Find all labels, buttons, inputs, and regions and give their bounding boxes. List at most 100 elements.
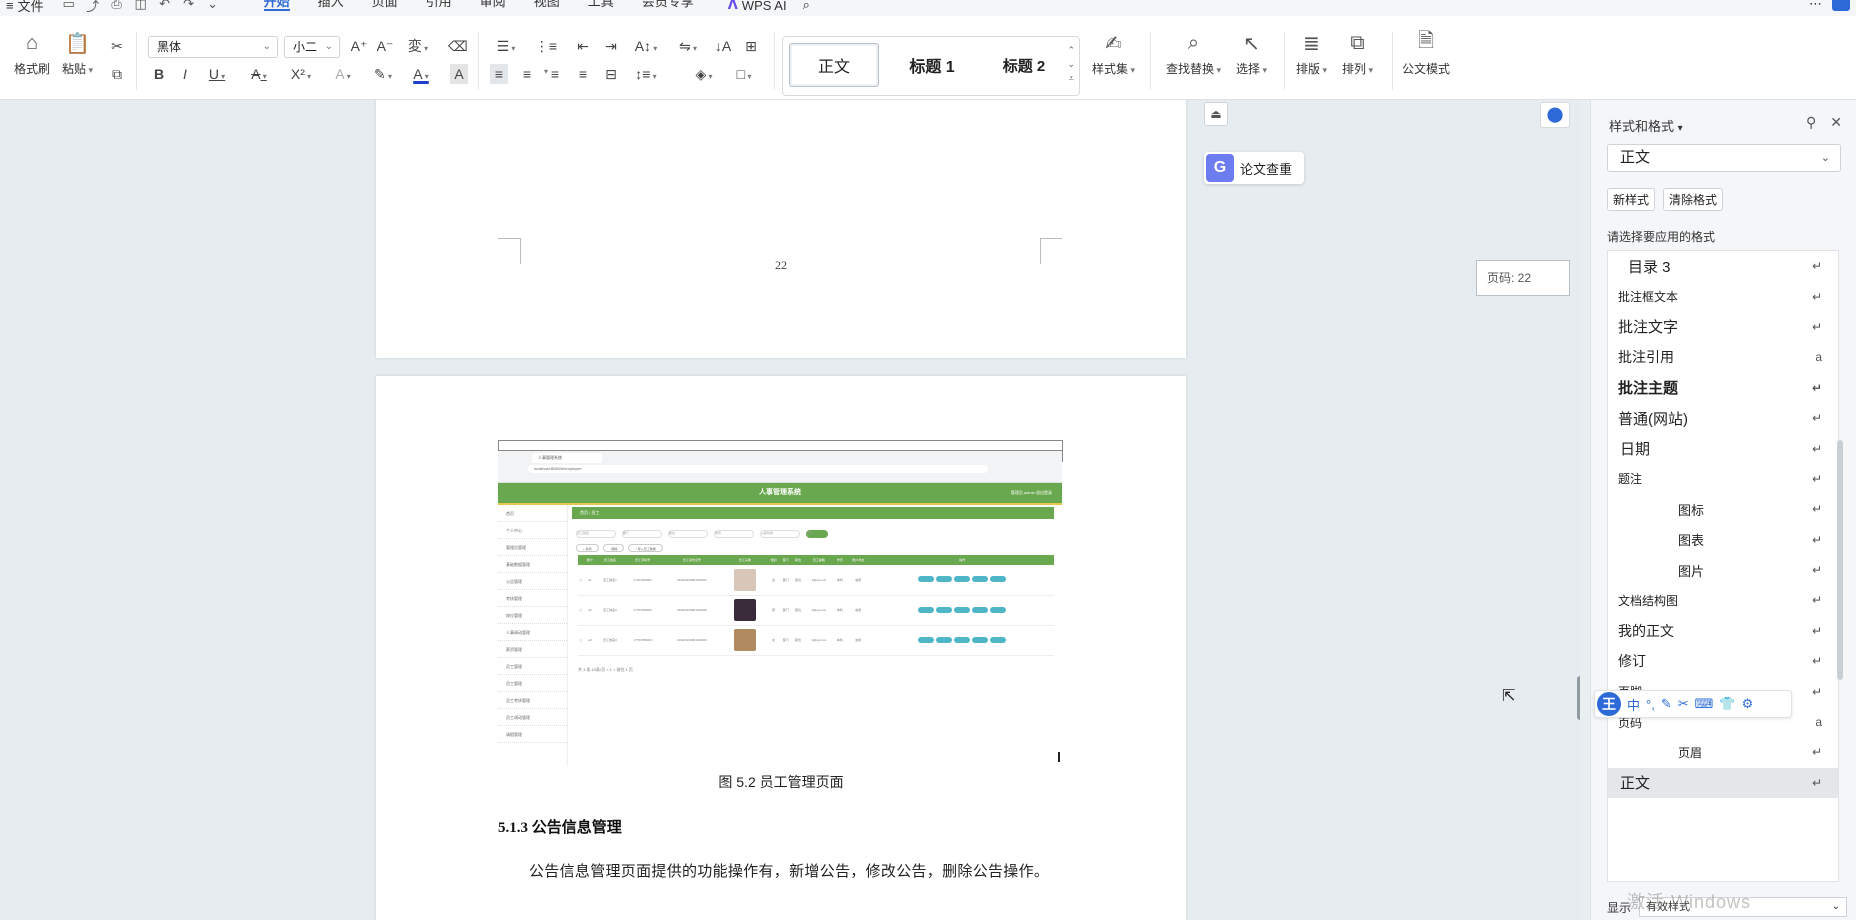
decrease-font-icon[interactable]: A⁻ xyxy=(376,36,394,56)
select-button[interactable]: ↖ 选择 xyxy=(1236,30,1267,77)
style-normal[interactable]: 正文 xyxy=(789,43,879,87)
employee-management-screenshot[interactable]: 人事管理系统 localhost:8080/#/employee 人事管理系统 … xyxy=(498,450,1062,766)
share-icon[interactable]: ⤴ xyxy=(86,0,100,15)
print-preview-icon[interactable]: ◫ xyxy=(134,0,148,15)
tab-2[interactable]: 页面 xyxy=(358,0,412,15)
document-scrollbar[interactable] xyxy=(1576,100,1580,920)
char-shading-icon[interactable]: A xyxy=(450,64,468,84)
search-icon[interactable]: ⌕ xyxy=(803,0,810,13)
style-list-item[interactable]: 批注引用 a xyxy=(1608,342,1838,372)
page-23[interactable]: 人事管理系统 localhost:8080/#/employee 人事管理系统 … xyxy=(376,376,1186,920)
distributed-icon[interactable]: ⊟ xyxy=(602,64,620,84)
paper-check-button[interactable]: G 论文查重 xyxy=(1204,152,1304,184)
tab-4[interactable]: 审阅 xyxy=(466,0,520,15)
cut-icon[interactable]: ✂ xyxy=(108,36,126,56)
save-icon[interactable]: ▭ xyxy=(62,0,76,15)
style-list-item[interactable]: 批注框文本 ↵ xyxy=(1608,281,1838,311)
style-list-item[interactable]: 题注 ↵ xyxy=(1608,464,1838,494)
increase-indent-icon[interactable]: ⇥ xyxy=(602,36,620,56)
font-color-icon[interactable]: A xyxy=(408,64,434,87)
style-list-item[interactable]: 文档结构图 ↵ xyxy=(1608,585,1838,615)
italic-icon[interactable]: I xyxy=(176,64,194,84)
align-right-icon[interactable]: ≡ xyxy=(546,64,564,84)
style-heading1[interactable]: 标题 1 xyxy=(887,43,977,87)
style-list-item[interactable]: 页眉 ↵ xyxy=(1608,737,1838,767)
account-icon[interactable] xyxy=(1832,0,1850,11)
new-style-button[interactable]: 新样式 xyxy=(1607,188,1656,211)
increase-font-icon[interactable]: A⁺ xyxy=(350,36,368,56)
style-set-button[interactable]: ✍ 样式集 xyxy=(1092,30,1135,77)
decrease-indent-icon[interactable]: ⇤ xyxy=(574,36,592,56)
font-name-select[interactable]: 黑体 ⌄ xyxy=(148,36,278,58)
show-marks-icon[interactable]: ⊞ xyxy=(742,36,760,56)
official-doc-mode-button[interactable]: 🗎 公文模式 xyxy=(1402,30,1450,77)
pin-icon[interactable]: ⚲ xyxy=(1806,114,1816,131)
ime-logo[interactable]: 王 xyxy=(1597,692,1621,716)
pen-icon[interactable]: ✎ xyxy=(1661,696,1672,712)
show-select[interactable]: 有效样式 ⌄ xyxy=(1639,897,1847,917)
highlight-icon[interactable]: ✎ xyxy=(370,64,396,87)
underline-icon[interactable]: U xyxy=(204,64,230,87)
style-list-item[interactable]: 目录 3 ↵ xyxy=(1608,251,1838,281)
copy-icon[interactable]: ⧉ xyxy=(108,64,126,84)
style-list-item[interactable]: 普通(网站) ↵ xyxy=(1608,403,1838,433)
pane-title[interactable]: 样式和格式 ▾ xyxy=(1609,116,1683,135)
justify-icon[interactable]: ≡ xyxy=(574,64,592,84)
style-list-item[interactable]: 日期 ↵ xyxy=(1608,433,1838,463)
find-replace-button[interactable]: ⌕ 查找替换 xyxy=(1166,30,1221,77)
line-spacing-icon[interactable]: ↕≡ xyxy=(632,64,660,87)
align-left-icon[interactable]: ≡ xyxy=(490,64,508,84)
clear-format-icon[interactable]: ⌫ xyxy=(448,36,468,56)
redo-icon[interactable]: ↷ xyxy=(182,0,196,15)
style-list-item[interactable]: 批注主题 ↵ xyxy=(1608,373,1838,403)
style-list-item[interactable]: 图片 ↵ xyxy=(1608,555,1838,585)
text-effect-icon[interactable]: A xyxy=(330,64,356,87)
tab-7[interactable]: 会员专享 xyxy=(628,0,708,15)
document-area[interactable]: 22 人事管理系统 localhost:8080/#/employee 人事管理… xyxy=(0,100,1580,920)
style-heading2[interactable]: 标题 2 xyxy=(979,43,1069,87)
bold-icon[interactable]: B xyxy=(150,64,168,84)
location-pin-button[interactable]: ⬤ xyxy=(1540,102,1570,128)
style-list-item[interactable]: 我的正文 ↵ xyxy=(1608,616,1838,646)
shading-icon[interactable]: ◈ xyxy=(690,64,718,87)
more-icon[interactable]: ⋯ xyxy=(1809,0,1822,12)
paste-button[interactable]: 📋 粘贴 xyxy=(62,30,93,77)
page-22[interactable]: 22 xyxy=(376,100,1186,358)
current-style-select[interactable]: 正文 ⌄ xyxy=(1607,144,1841,172)
scissors-icon[interactable]: ✂ xyxy=(1678,696,1689,712)
bullet-list-icon[interactable]: ☰ xyxy=(492,36,520,59)
chevron-down-icon[interactable]: ⌄ xyxy=(206,0,220,15)
phonetic-guide-icon[interactable]: 変 xyxy=(404,36,432,59)
style-list-item[interactable]: 修订 ↵ xyxy=(1608,646,1838,676)
align-center-icon[interactable]: ≡ xyxy=(518,64,536,84)
font-size-select[interactable]: 小二 ⌄ xyxy=(284,36,340,58)
scrollbar-thumb[interactable] xyxy=(1577,676,1580,720)
close-icon[interactable]: ✕ xyxy=(1830,114,1842,131)
style-list-scrollbar[interactable] xyxy=(1837,440,1843,680)
border-icon[interactable]: □ xyxy=(730,64,758,87)
format-painter-button[interactable]: ⌂ 格式刷 xyxy=(14,30,50,77)
undo-icon[interactable]: ↶ xyxy=(158,0,172,15)
keyboard-icon[interactable]: ⌨ xyxy=(1695,696,1714,712)
style-list-item[interactable]: 图标 ↵ xyxy=(1608,494,1838,524)
superscript-icon[interactable]: X² xyxy=(288,64,314,87)
gear-icon[interactable]: ⚙ xyxy=(1742,696,1754,712)
tab-3[interactable]: 引用 xyxy=(412,0,466,15)
gallery-scroll[interactable]: ⌃ ⌄ ⩡ xyxy=(1067,43,1075,85)
style-list-item[interactable]: 图表 ↵ xyxy=(1608,525,1838,555)
ime-mode[interactable]: 中 xyxy=(1627,695,1640,714)
line-break-icon[interactable]: ⇋ xyxy=(674,36,702,59)
collapse-toolbar-button[interactable]: ⏏ xyxy=(1204,102,1228,126)
tab-6[interactable]: 工具 xyxy=(574,0,628,15)
sort-icon[interactable]: ↓A xyxy=(714,36,732,56)
print-icon[interactable]: ⎙ xyxy=(110,0,124,15)
style-list-item[interactable]: 批注文字 ↵ xyxy=(1608,312,1838,342)
punctuation-icon[interactable]: °, xyxy=(1646,697,1655,712)
clear-format-button[interactable]: 清除格式 xyxy=(1663,188,1724,211)
skin-icon[interactable]: 👕 xyxy=(1719,696,1735,712)
file-menu[interactable]: ≡ 文件 xyxy=(0,0,44,15)
arrange-button[interactable]: ⧉ 排列 xyxy=(1342,30,1373,77)
tab-1[interactable]: 插入 xyxy=(304,0,358,15)
wps-ai-button[interactable]: ᐱ WPS AI ⌕ xyxy=(728,0,810,13)
text-direction-icon[interactable]: A↕ xyxy=(632,36,660,59)
